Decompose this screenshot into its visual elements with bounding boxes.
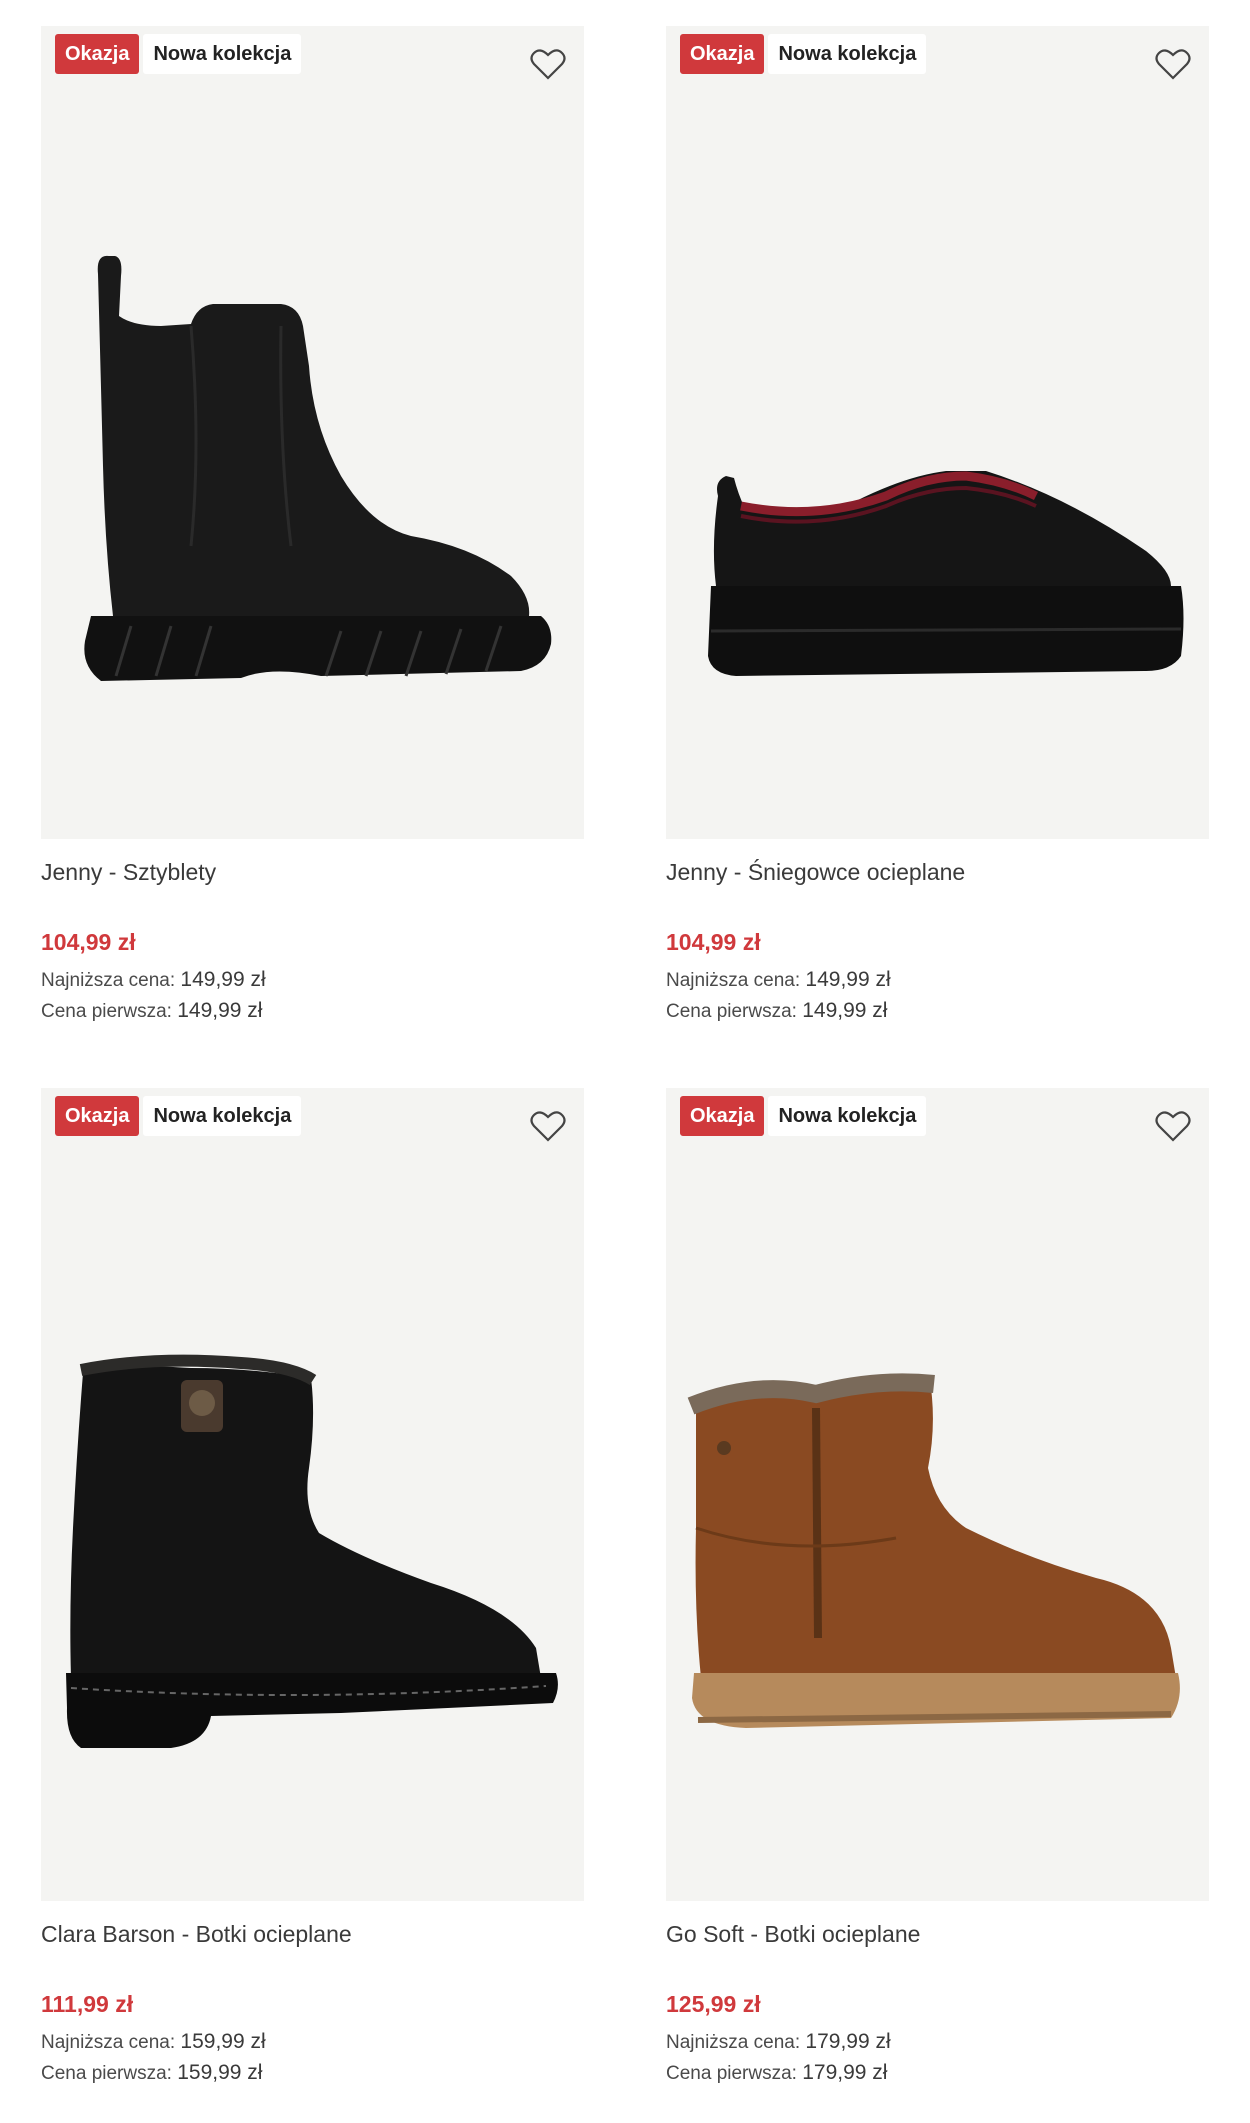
- product-grid: Okazja Nowa kolekcja Jenny - Sztyblety 1…: [0, 0, 1250, 2123]
- sale-badge: Okazja: [680, 34, 765, 74]
- first-price: Cena pierwsza: 159,99 zł: [41, 2058, 584, 2089]
- first-price: Cena pierwsza: 149,99 zł: [666, 996, 1209, 1027]
- heart-outline-icon: [530, 1111, 566, 1142]
- product-price: 104,99 zł: [666, 929, 761, 955]
- sale-badge: Okazja: [55, 1096, 140, 1136]
- lowest-price: Najniższa cena: 149,99 zł: [666, 965, 1209, 996]
- heart-outline-icon: [530, 49, 566, 80]
- lowest-price-label: Najniższa cena:: [41, 970, 176, 991]
- platform-slipper-image: [708, 471, 1184, 676]
- lowest-price-label: Najniższa cena:: [41, 2032, 176, 2053]
- lowest-price-label: Najniższa cena:: [666, 2032, 801, 2053]
- lowest-price-value: 159,99 zł: [180, 2030, 266, 2053]
- product-image[interactable]: Okazja Nowa kolekcja: [41, 26, 584, 839]
- new-collection-badge: Nowa kolekcja: [768, 34, 927, 74]
- product-title[interactable]: Jenny - Sztyblety: [41, 855, 584, 889]
- first-price-label: Cena pierwsza:: [666, 1001, 797, 1022]
- product-image[interactable]: Okazja Nowa kolekcja: [41, 1088, 584, 1901]
- lowest-price-value: 149,99 zł: [180, 968, 266, 991]
- first-price: Cena pierwsza: 149,99 zł: [41, 996, 584, 1027]
- product-title[interactable]: Jenny - Śniegowce ocieplane: [666, 855, 1209, 889]
- product-title[interactable]: Go Soft - Botki ocieplane: [666, 1917, 1209, 1951]
- new-collection-badge: Nowa kolekcja: [143, 34, 302, 74]
- product-image[interactable]: Okazja Nowa kolekcja: [666, 1088, 1209, 1901]
- product-price: 125,99 zł: [666, 1991, 761, 2017]
- product-image[interactable]: Okazja Nowa kolekcja: [666, 26, 1209, 839]
- sale-badge: Okazja: [680, 1096, 765, 1136]
- lowest-price: Najniższa cena: 179,99 zł: [666, 2027, 1209, 2058]
- product-card[interactable]: Okazja Nowa kolekcja Jenny - Sztyblety 1…: [41, 26, 584, 1027]
- first-price-label: Cena pierwsza:: [41, 2063, 172, 2084]
- product-card[interactable]: Okazja Nowa kolekcja Go Soft - Botki oci…: [666, 1088, 1209, 2089]
- wishlist-button[interactable]: [1153, 44, 1193, 84]
- product-price: 111,99 zł: [41, 1991, 134, 2017]
- lowest-price-value: 149,99 zł: [805, 968, 891, 991]
- sale-badge: Okazja: [55, 34, 140, 74]
- first-price-value: 159,99 zł: [177, 2061, 263, 2084]
- heart-outline-icon: [1155, 49, 1191, 80]
- badges: Okazja Nowa kolekcja: [55, 1096, 302, 1136]
- first-price-label: Cena pierwsza:: [666, 2063, 797, 2084]
- lowest-price: Najniższa cena: 149,99 zł: [41, 965, 584, 996]
- wishlist-button[interactable]: [528, 44, 568, 84]
- lowest-price-value: 179,99 zł: [805, 2030, 891, 2053]
- first-price-label: Cena pierwsza:: [41, 1001, 172, 1022]
- new-collection-badge: Nowa kolekcja: [768, 1096, 927, 1136]
- lowest-price: Najniższa cena: 159,99 zł: [41, 2027, 584, 2058]
- product-price: 104,99 zł: [41, 929, 136, 955]
- first-price-value: 149,99 zł: [177, 999, 263, 1022]
- lowest-price-label: Najniższa cena:: [666, 970, 801, 991]
- brown-zip-ankle-boot-image: [687, 1373, 1180, 1728]
- first-price-value: 149,99 zł: [802, 999, 888, 1022]
- wishlist-button[interactable]: [528, 1106, 568, 1146]
- badges: Okazja Nowa kolekcja: [680, 1096, 927, 1136]
- heart-outline-icon: [1155, 1111, 1191, 1142]
- product-card[interactable]: Okazja Nowa kolekcja Clara Barson - Botk…: [41, 1088, 584, 2089]
- badges: Okazja Nowa kolekcja: [55, 34, 302, 74]
- first-price: Cena pierwsza: 179,99 zł: [666, 2058, 1209, 2089]
- chelsea-boot-image: [84, 255, 552, 681]
- wishlist-button[interactable]: [1153, 1106, 1193, 1146]
- first-price-value: 179,99 zł: [802, 2061, 888, 2084]
- badges: Okazja Nowa kolekcja: [680, 34, 927, 74]
- product-title[interactable]: Clara Barson - Botki ocieplane: [41, 1917, 584, 1951]
- product-card[interactable]: Okazja Nowa kolekcja Jenny - Śniegowce o…: [666, 26, 1209, 1027]
- new-collection-badge: Nowa kolekcja: [143, 1096, 302, 1136]
- black-fur-ankle-boot-image: [66, 1354, 558, 1748]
